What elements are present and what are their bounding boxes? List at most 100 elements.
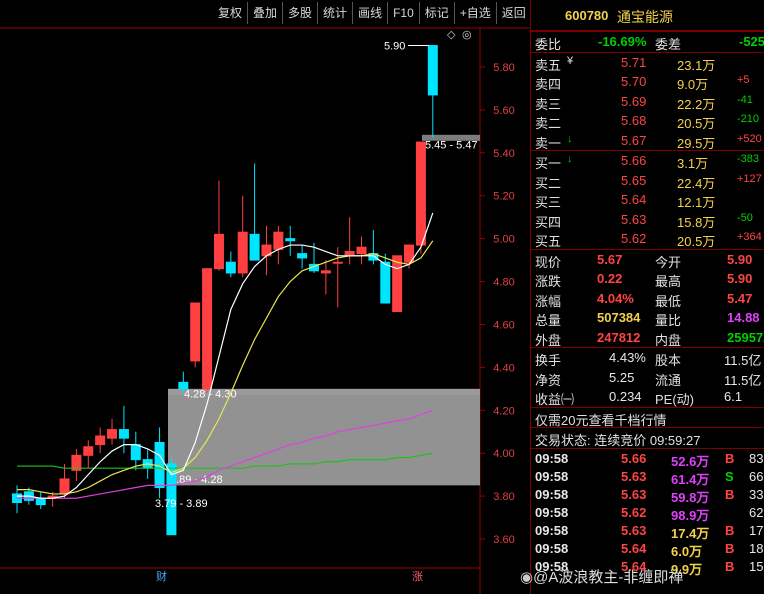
stock-name[interactable]: 通宝能源 <box>617 7 673 27</box>
fundamental-stats: 换手 4.43% 股本 11.5亿 净资 5.25 流通 11.5亿 收益㈠ 0.234 PE(动)… <box>531 347 764 407</box>
toolbar-button-5[interactable]: F10 <box>387 2 419 24</box>
book-change: +364 <box>737 231 762 243</box>
book-label: 卖三 <box>535 96 562 112</box>
candlestick-chart[interactable]: 5.80 5.60 5.40 5.20 5.00 4.80 4.60 4.40 4.20 4.00… <box>0 0 530 594</box>
diamond-icon: ◇ <box>447 29 456 41</box>
notice-row[interactable]: 仅需20元查看千档行情 <box>531 406 764 429</box>
book-price: 5.62 <box>621 231 647 246</box>
toolbar-button-6[interactable]: 标记 <box>418 2 454 24</box>
stat-label: 内盘 <box>655 332 682 348</box>
y-tick-label: 5.60 <box>493 105 514 117</box>
tick-time: 09:58 <box>535 486 569 502</box>
stat-row-4: 外盘 247812 内盘 259572 <box>531 328 764 348</box>
book-label: 卖五 <box>535 57 562 73</box>
buy-row-5[interactable]: 买五 5.62 20.5万 +364 <box>531 229 764 249</box>
book-mark: ↓ <box>567 153 573 165</box>
tick-count: 18 <box>749 540 764 556</box>
stat-label: 总量 <box>535 313 562 328</box>
tick-price: 5.62 <box>621 504 647 520</box>
weibo-icon: ◉ <box>520 569 534 586</box>
sell-row-3[interactable]: 卖三 5.69 22.2万 -41 <box>531 92 764 112</box>
toolbar-button-8[interactable]: 返回 <box>495 2 531 24</box>
tick-row-1[interactable]: 09:58 5.63 61.4万 S 66 <box>531 467 764 487</box>
stat-value: 0.22 <box>597 271 623 286</box>
chart-toolbar: 复权 叠加 多股 统计 画线 F10 标记 +自选 返回 <box>213 2 531 24</box>
book-volume: 12.1万 <box>677 195 716 210</box>
stat-row-1: 涨跌 0.22 最高 5.90 <box>531 269 764 289</box>
fund-row-0: 换手 4.43% 股本 11.5亿 <box>531 348 764 368</box>
sell-row-5[interactable]: 卖五 ¥5.71 23.1万 <box>531 53 764 73</box>
tick-count: 83 <box>749 450 764 466</box>
tick-price: 5.63 <box>621 468 647 484</box>
fund-value: 11.5亿 <box>724 353 762 368</box>
tick-side: B <box>725 522 735 538</box>
sell-row-1[interactable]: 卖一 ↓ 5.67 29.5万 +520 <box>531 131 764 151</box>
book-label: 卖二 <box>535 116 562 131</box>
tick-price: 5.64 <box>621 540 647 556</box>
toolbar-button-2[interactable]: 多股 <box>282 2 317 24</box>
stat-label: 最低 <box>655 293 682 309</box>
candle-body <box>190 302 201 362</box>
toolbar-button-7[interactable]: +自选 <box>453 2 496 24</box>
book-mark: ¥ <box>567 54 574 67</box>
buy-row-4[interactable]: 买四 5.63 15.8万 -50 <box>531 210 764 230</box>
candle-body <box>59 478 70 495</box>
book-label: 买二 <box>535 175 562 191</box>
fund-row-1: 净资 5.25 流通 11.5亿 <box>531 368 764 388</box>
candle-body <box>178 381 189 390</box>
stock-code[interactable]: 600780 <box>565 8 608 23</box>
buy-row-3[interactable]: 买三 5.64 12.1万 <box>531 190 764 210</box>
toolbar-button-1[interactable]: 叠加 <box>247 2 282 24</box>
buy-row-1[interactable]: 买一 ↓ 5.66 3.1万 -383 <box>531 151 764 171</box>
tick-row-3[interactable]: 09:58 5.62 98.9万 62 <box>531 503 764 523</box>
depth-notice[interactable]: 仅需20元查看千档行情 <box>535 410 666 429</box>
book-change: -41 <box>737 93 753 106</box>
toolbar-button-3[interactable]: 统计 <box>317 2 352 24</box>
stat-value: 14.88 <box>727 310 760 325</box>
fund-value: 4.43% <box>609 350 646 365</box>
y-tick-label: 3.60 <box>493 534 514 546</box>
sell-row-2[interactable]: 卖二 5.68 20.5万 -210 <box>531 111 764 131</box>
toolbar-button-4[interactable]: 画线 <box>352 2 387 24</box>
tick-side: B <box>725 450 735 466</box>
tick-list[interactable]: 09:58 5.66 52.6万 B 83 09:58 5.63 61.4万 S 66 09:58 5… <box>531 447 764 577</box>
stat-value: 5.67 <box>597 251 623 267</box>
tick-count: 33 <box>749 486 764 502</box>
stat-label: 量比 <box>655 313 682 328</box>
candle-body <box>118 429 129 439</box>
sell-row-4[interactable]: 卖四 5.70 9.0万 +5 <box>531 72 764 92</box>
y-tick-label: 4.60 <box>493 319 514 331</box>
stat-value: 4.04% <box>597 290 634 306</box>
book-volume: 22.2万 <box>677 96 716 112</box>
book-price: 5.65 <box>621 172 647 188</box>
fund-value: 5.25 <box>609 369 635 385</box>
book-label: 卖四 <box>535 77 562 92</box>
book-label: 买五 <box>535 234 562 249</box>
fund-value: 0.234 <box>609 389 642 404</box>
tick-row-2[interactable]: 09:58 5.63 59.8万 B 33 <box>531 485 764 505</box>
tick-row-0[interactable]: 09:58 5.66 52.6万 B 83 <box>531 449 764 469</box>
fund-label: PE(动) <box>655 392 695 407</box>
toolbar-button-0[interactable]: 复权 <box>213 2 247 24</box>
y-tick-label: 5.20 <box>493 191 514 203</box>
candle-body <box>380 261 391 304</box>
book-change: +5 <box>737 74 750 86</box>
candle-body <box>213 233 224 270</box>
stat-value: 247812 <box>597 329 641 345</box>
candle-body <box>392 255 403 313</box>
book-label: 买四 <box>535 214 562 230</box>
stat-label: 最高 <box>655 274 682 289</box>
fund-label: 股本 <box>655 353 682 368</box>
fund-label: 流通 <box>655 372 682 388</box>
stat-value: 507384 <box>597 310 641 325</box>
tick-side: B <box>725 558 735 574</box>
buy-row-2[interactable]: 买二 5.65 22.4万 +127 <box>531 171 764 191</box>
weibi-label: 委比 <box>535 37 562 52</box>
tick-row-4[interactable]: 09:58 5.63 17.4万 B 17 <box>531 521 764 541</box>
book-change: +520 <box>737 132 762 145</box>
y-tick-label: 5.40 <box>493 148 514 160</box>
tick-row-5[interactable]: 09:58 5.64 6.0万 B 18 <box>531 539 764 559</box>
y-tick-label: 4.00 <box>493 448 514 460</box>
book-price: 5.68 <box>621 113 647 128</box>
y-tick-label: 4.20 <box>493 405 514 417</box>
